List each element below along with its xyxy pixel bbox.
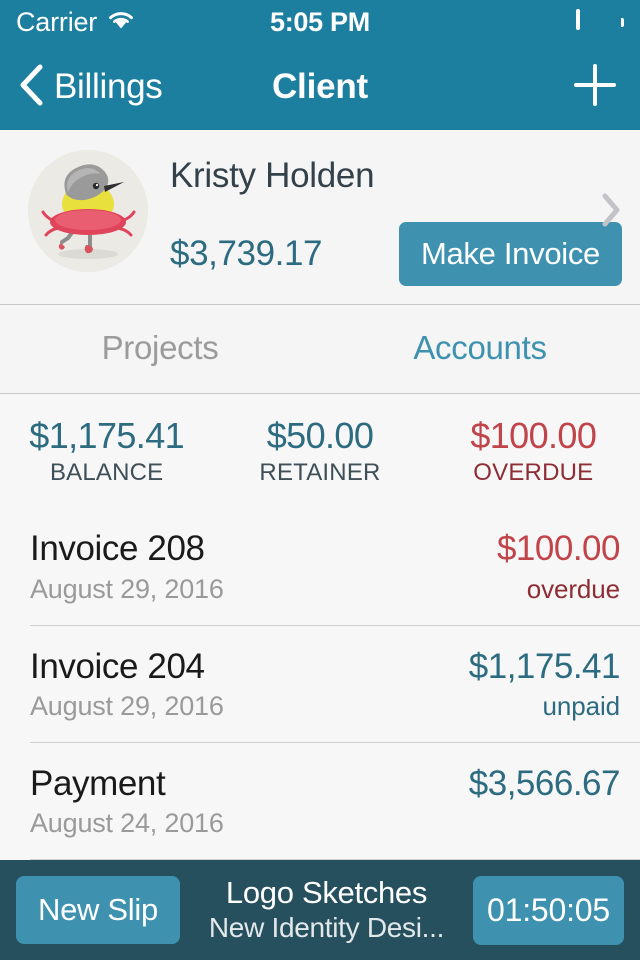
transaction-title: Payment (30, 763, 166, 803)
tab-projects[interactable]: Projects (0, 305, 320, 393)
transaction-amount: $1,175.41 (468, 646, 621, 686)
summary-balance-amount: $1,175.41 (29, 415, 185, 456)
row-primary: Payment August 24, 2016 (30, 764, 224, 839)
account-summary: $1,175.41 BALANCE $50.00 RETAINER $100.0… (0, 394, 640, 508)
transaction-date: August 29, 2016 (30, 573, 224, 604)
row-secondary: $3,566.67 (468, 763, 621, 808)
transaction-amount: $3,566.67 (468, 763, 621, 803)
timer-bar: New Slip Logo Sketches New Identity Desi… (0, 860, 640, 960)
status-bar: Carrier 5:05 PM (0, 0, 640, 44)
transaction-date: August 24, 2016 (30, 807, 224, 838)
new-slip-button[interactable]: New Slip (16, 876, 180, 944)
client-header[interactable]: Kristy Holden $3,739.17 Make Invoice (0, 130, 640, 305)
client-total-amount: $3,739.17 (170, 234, 323, 273)
list-divider (0, 858, 640, 860)
timer-elapsed-button[interactable]: 01:50:05 (473, 875, 624, 945)
chevron-left-icon (18, 63, 44, 112)
carrier-label: Carrier (16, 6, 98, 37)
client-screen: Carrier 5:05 PM Billings Client Kristy H… (0, 0, 640, 960)
client-summary-row: $3,739.17 Make Invoice (170, 222, 622, 286)
summary-balance: $1,175.41 BALANCE (0, 415, 213, 487)
status-bar-left: Carrier (16, 7, 136, 38)
client-avatar-bird-in-tutu (28, 150, 148, 272)
make-invoice-button[interactable]: Make Invoice (398, 222, 622, 286)
running-task-info[interactable]: Logo Sketches New Identity Desi... (194, 876, 459, 945)
summary-retainer-amount: $50.00 (266, 415, 374, 456)
summary-balance-label: BALANCE (49, 459, 164, 487)
tab-accounts[interactable]: Accounts (320, 305, 640, 393)
wifi-icon (106, 9, 136, 36)
back-button[interactable]: Billings (18, 63, 163, 112)
add-button[interactable] (568, 60, 622, 114)
summary-retainer-label: RETAINER (259, 459, 381, 487)
plus-icon (569, 59, 621, 116)
navigation-bar: Billings Client (0, 44, 640, 130)
row-primary: Invoice 208 August 29, 2016 (30, 529, 224, 604)
summary-retainer: $50.00 RETAINER (213, 415, 426, 487)
transaction-title: Invoice 204 (30, 646, 205, 686)
tab-bar: Projects Accounts (0, 305, 640, 394)
transaction-amount: $100.00 (496, 529, 621, 569)
table-row[interactable]: Payment August 24, 2016 $3,566.67 (0, 741, 640, 859)
row-secondary: $1,175.41 unpaid (468, 646, 621, 722)
client-info: Kristy Holden $3,739.17 Make Invoice (170, 150, 622, 286)
client-name: Kristy Holden (170, 156, 375, 195)
status-badge: overdue (526, 573, 620, 604)
transaction-list: Invoice 208 August 29, 2016 $100.00 over… (0, 507, 640, 860)
summary-overdue-label: OVERDUE (473, 459, 594, 487)
table-row[interactable]: Invoice 204 August 29, 2016 $1,175.41 un… (0, 624, 640, 742)
table-row[interactable]: Invoice 208 August 29, 2016 $100.00 over… (0, 507, 640, 624)
row-secondary: $100.00 overdue (496, 529, 621, 604)
status-bar-right (576, 8, 624, 34)
back-button-label: Billings (54, 67, 163, 106)
status-badge: unpaid (542, 690, 621, 721)
battery-icon (576, 8, 624, 34)
chevron-right-icon (600, 192, 622, 233)
row-primary: Invoice 204 August 29, 2016 (30, 647, 224, 722)
running-task-subtitle: New Identity Desi... (208, 912, 445, 944)
running-task-title: Logo Sketches (225, 875, 428, 910)
summary-overdue: $100.00 OVERDUE (427, 415, 640, 487)
transaction-title: Invoice 208 (30, 529, 205, 569)
transaction-date: August 29, 2016 (30, 690, 224, 721)
summary-overdue-amount: $100.00 (470, 415, 597, 456)
